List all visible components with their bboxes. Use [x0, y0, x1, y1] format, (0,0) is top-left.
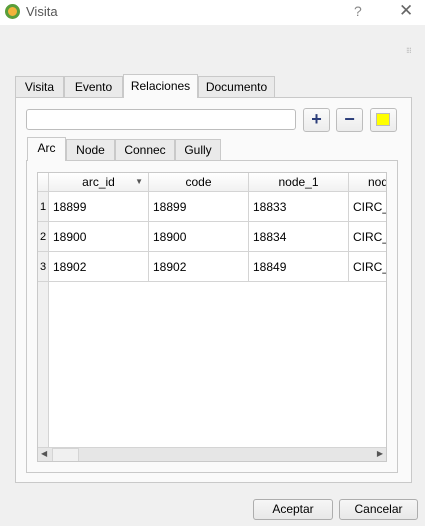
cancel-button[interactable]: Cancelar: [339, 499, 418, 520]
close-button[interactable]: ✕: [399, 1, 413, 21]
tab-documento[interactable]: Documento: [198, 76, 275, 97]
table-cell[interactable]: 18902: [149, 252, 249, 282]
select-on-map-button[interactable]: [370, 108, 397, 132]
column-label: arc_id: [82, 175, 115, 189]
accept-button[interactable]: Aceptar: [253, 499, 333, 520]
column-header-node-2[interactable]: nod: [349, 173, 386, 192]
title-bar: Visita ? ✕: [0, 0, 425, 25]
table-cell[interactable]: 18899: [49, 192, 149, 222]
subtab-gully[interactable]: Gully: [175, 139, 221, 160]
feature-id-input[interactable]: [26, 109, 296, 130]
table-cell[interactable]: CIRC_N: [349, 192, 386, 222]
subtab-node[interactable]: Node: [66, 139, 115, 160]
qgis-logo-icon: [5, 4, 20, 19]
table-cell[interactable]: 18833: [249, 192, 349, 222]
select-cursor-icon: [376, 113, 390, 126]
window-title: Visita: [26, 4, 58, 19]
table-cell[interactable]: 18899: [149, 192, 249, 222]
add-button[interactable]: +: [303, 108, 330, 132]
table-cell[interactable]: CIRC_N: [349, 252, 386, 282]
relations-table: arc_id ▼ code node_1 nod 1 2 3 18899 1889…: [37, 172, 387, 462]
scroll-right-icon[interactable]: ▶: [377, 449, 383, 458]
table-cell[interactable]: 18902: [49, 252, 149, 282]
column-header-node-1[interactable]: node_1: [249, 173, 349, 192]
table-cell[interactable]: 18900: [149, 222, 249, 252]
subtab-connec[interactable]: Connec: [115, 139, 175, 160]
row-header-area: [38, 282, 49, 447]
scroll-left-icon[interactable]: ◀: [41, 449, 47, 458]
row-header[interactable]: 3: [38, 252, 49, 282]
column-header-arc-id[interactable]: arc_id ▼: [49, 173, 149, 192]
remove-button[interactable]: −: [336, 108, 363, 132]
sort-down-icon: ▼: [135, 177, 143, 186]
corner-header[interactable]: [38, 173, 49, 192]
column-header-code[interactable]: code: [149, 173, 249, 192]
table-cell[interactable]: 18834: [249, 222, 349, 252]
help-button[interactable]: ?: [354, 3, 362, 19]
table-cell[interactable]: 18900: [49, 222, 149, 252]
table-cell[interactable]: CIRC_N: [349, 222, 386, 252]
resize-grip-icon[interactable]: ⁝⁝⁝: [406, 46, 412, 55]
tab-evento[interactable]: Evento: [64, 76, 123, 97]
tab-relaciones[interactable]: Relaciones: [123, 74, 198, 98]
row-header[interactable]: 2: [38, 222, 49, 252]
tab-visita[interactable]: Visita: [15, 76, 64, 97]
scrollbar-thumb[interactable]: [52, 448, 79, 461]
subtab-arc[interactable]: Arc: [27, 137, 66, 161]
table-cell[interactable]: 18849: [249, 252, 349, 282]
row-header[interactable]: 1: [38, 192, 49, 222]
horizontal-scrollbar[interactable]: ◀ ▶: [38, 447, 386, 461]
